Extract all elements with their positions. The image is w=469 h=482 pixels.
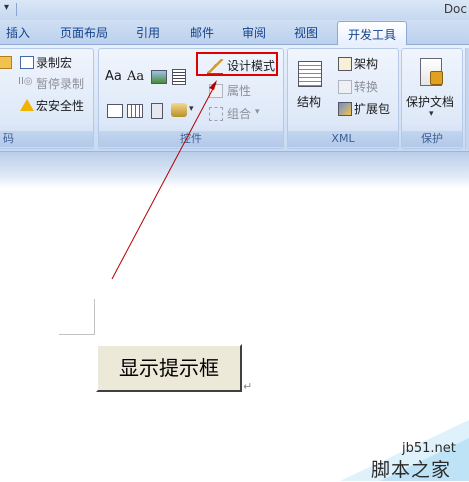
margin-marker-horizontal (59, 334, 95, 335)
group-icon (209, 107, 223, 121)
group-dropdown-icon[interactable]: ▾ (255, 107, 260, 117)
tab-developer-label: 开发工具 (348, 28, 397, 42)
lock-icon (430, 71, 443, 85)
group-xml: 结构 架构 转换 扩展包 XML (287, 48, 399, 149)
properties-icon (209, 84, 223, 98)
transform-icon (338, 80, 352, 94)
tab-mailings[interactable]: 邮件 (190, 24, 214, 41)
schema-button[interactable]: 架构 (354, 55, 378, 72)
group-code: 录制宏 II◎ 暂停录制 宏安全性 码 (0, 48, 94, 149)
expansion-packs-button[interactable]: 扩展包 (354, 100, 390, 117)
structure-icon (298, 61, 322, 87)
date-picker-icon[interactable] (127, 104, 143, 118)
toolbox-icon[interactable] (171, 103, 187, 117)
properties-button[interactable]: 属性 (227, 82, 251, 99)
structure-button[interactable]: 结构 (297, 93, 321, 110)
group-xml-label: XML (288, 131, 398, 147)
plain-text-control-button[interactable]: Aa (127, 69, 144, 84)
tab-references[interactable]: 引用 (136, 24, 160, 41)
building-block-icon[interactable] (172, 69, 186, 85)
tab-developer[interactable]: 开发工具 (337, 21, 407, 45)
show-message-box-button[interactable]: 显示提示框 (96, 344, 242, 392)
record-macro-icon (20, 56, 34, 69)
quick-access-dropdown-icon[interactable]: ▾ (4, 2, 9, 13)
warning-icon (20, 99, 34, 111)
macro-icon (0, 56, 12, 69)
group-protect-label: 保护 (402, 131, 462, 147)
record-macro-button[interactable]: 录制宏 (36, 54, 72, 71)
rich-text-control-button[interactable]: Aa (105, 69, 122, 84)
legacy-tools-icon[interactable] (151, 103, 163, 119)
pause-recording-button[interactable]: 暂停录制 (36, 75, 84, 92)
tab-insert[interactable]: 插入 (6, 24, 30, 41)
expansion-packs-icon (338, 102, 352, 116)
group-button[interactable]: 组合 (227, 105, 251, 122)
toolbox-dropdown-icon[interactable]: ▾ (189, 104, 194, 114)
macro-security-button[interactable]: 宏安全性 (36, 97, 84, 114)
transform-button[interactable]: 转换 (354, 78, 378, 95)
protect-document-button[interactable]: 保护文档 (406, 93, 454, 110)
tab-review[interactable]: 审阅 (242, 24, 266, 41)
watermark-name: 脚本之家 (371, 459, 452, 481)
picture-control-icon[interactable] (151, 70, 167, 84)
design-mode-highlight-box (196, 52, 278, 76)
tab-view[interactable]: 视图 (294, 24, 318, 41)
next-group-edge (465, 48, 469, 149)
watermark-site: jb51.net (402, 441, 456, 456)
margin-marker-vertical (94, 299, 95, 335)
combo-box-icon[interactable] (107, 104, 123, 118)
tab-page-layout[interactable]: 页面布局 (60, 24, 108, 41)
pause-icon: II◎ (18, 76, 33, 87)
group-controls-label: 控件 (99, 131, 283, 147)
protect-dropdown-icon[interactable]: ▾ (429, 109, 434, 119)
qat-separator (16, 3, 17, 16)
paragraph-mark: ↵ (243, 380, 253, 393)
ribbon-shadow (0, 152, 469, 188)
group-protect: 保护文档 ▾ 保护 (401, 48, 463, 149)
schema-icon (338, 57, 352, 71)
group-code-label: 码 (0, 131, 93, 147)
app-title: Doc (443, 2, 467, 16)
title-bar: ▾ Doc (0, 0, 469, 20)
ribbon-tab-bar: 插入 页面布局 引用 邮件 审阅 视图 开发工具 (0, 20, 469, 45)
